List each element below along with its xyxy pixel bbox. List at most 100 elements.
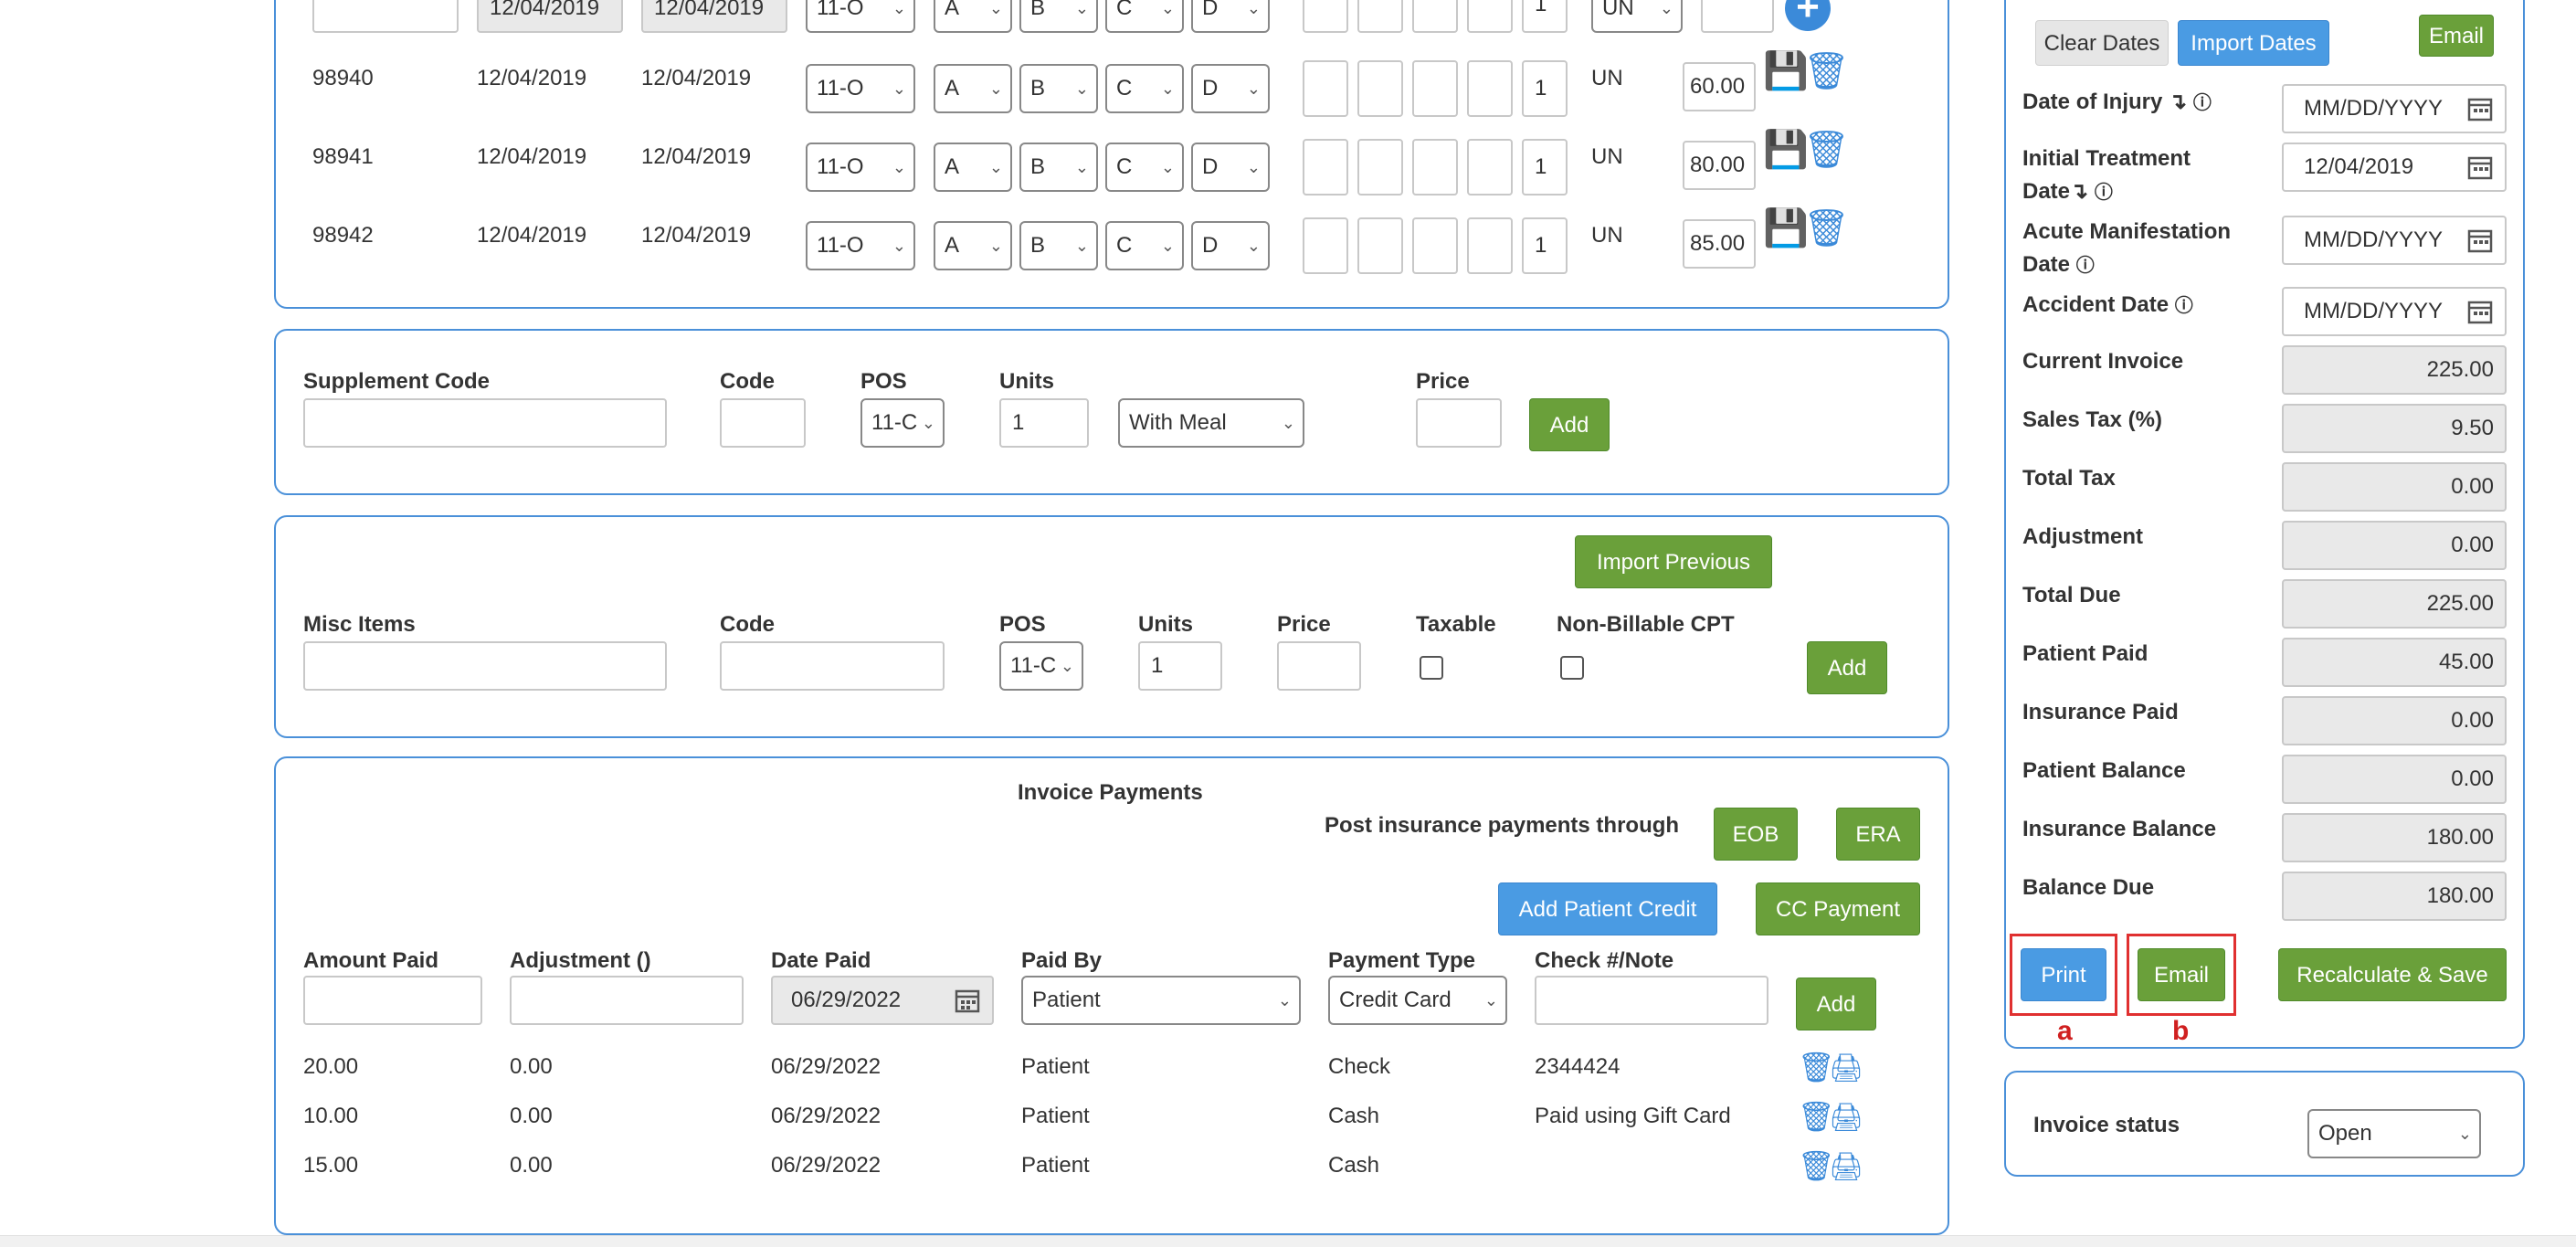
modifier-c-select[interactable]: C ⌄ (1105, 221, 1184, 270)
modifier-a-select-new[interactable]: A ⌄ (934, 0, 1012, 33)
add-patient-credit-button[interactable]: Add Patient Credit (1498, 882, 1717, 935)
check-note-input[interactable] (1535, 976, 1768, 1025)
date-to-new[interactable]: 12/04/2019 (641, 0, 787, 33)
trash-icon[interactable]: 🗑 (1803, 210, 1850, 247)
diag-pointer-1[interactable] (1303, 60, 1348, 117)
calendar-icon[interactable] (2466, 153, 2494, 181)
diag-pointer-1[interactable] (1303, 139, 1348, 196)
print-button[interactable]: Print (2021, 948, 2106, 1001)
email-button[interactable]: Email (2138, 948, 2225, 1001)
import-previous-button[interactable]: Import Previous (1575, 535, 1772, 588)
diag-pointer-3-new[interactable] (1412, 0, 1458, 33)
modifier-d-select[interactable]: D ⌄ (1191, 143, 1270, 192)
pos-select[interactable]: 11-O ⌄ (806, 64, 915, 113)
units-input-new[interactable]: 1 (1522, 0, 1568, 33)
units-input[interactable]: 1 (1522, 217, 1568, 274)
meal-select[interactable]: With Meal ⌄ (1118, 398, 1304, 448)
diag-pointer-3[interactable] (1412, 217, 1458, 274)
diag-pointer-2-new[interactable] (1357, 0, 1403, 33)
accident-date-input[interactable]: MM/DD/YYYY (2282, 287, 2507, 336)
misc-pos-select[interactable]: 11-C ⌄ (999, 641, 1083, 691)
print-icon[interactable]: 🖨 (1829, 1051, 1863, 1087)
save-icon[interactable]: 💾 (1763, 53, 1809, 90)
price-input-new[interactable] (1701, 0, 1774, 33)
date-of-injury-input[interactable]: MM/DD/YYYY (2282, 84, 2507, 133)
pos-select[interactable]: 11-O ⌄ (806, 143, 915, 192)
supplement-units-input[interactable]: 1 (999, 398, 1089, 448)
print-icon[interactable]: 🖨 (1829, 1100, 1863, 1136)
print-icon[interactable]: 🖨 (1829, 1149, 1863, 1186)
modifier-c-select-new[interactable]: C ⌄ (1105, 0, 1184, 33)
supplement-price-input[interactable] (1416, 398, 1502, 448)
recalculate-save-button[interactable]: Recalculate & Save (2278, 948, 2507, 1001)
misc-price-input[interactable] (1277, 641, 1361, 691)
supplement-code-field[interactable] (720, 398, 806, 448)
price-input[interactable]: 85.00 (1683, 219, 1756, 269)
modifier-d-select[interactable]: D ⌄ (1191, 221, 1270, 270)
misc-units-input[interactable]: 1 (1138, 641, 1222, 691)
nonbillable-checkbox[interactable] (1560, 656, 1584, 680)
diag-pointer-1-new[interactable] (1303, 0, 1348, 33)
diag-pointer-4[interactable] (1467, 60, 1513, 117)
date-from-new[interactable]: 12/04/2019 (477, 0, 623, 33)
diag-pointer-4[interactable] (1467, 139, 1513, 196)
save-icon[interactable]: 💾 (1763, 132, 1809, 168)
supplement-pos-select[interactable]: 11-C ⌄ (860, 398, 945, 448)
diag-pointer-2[interactable] (1357, 139, 1403, 196)
diag-pointer-2[interactable] (1357, 60, 1403, 117)
supplement-add-button[interactable]: Add (1529, 398, 1610, 451)
date-paid-input[interactable]: 06/29/2022 (771, 976, 994, 1025)
price-input[interactable]: 80.00 (1683, 141, 1756, 190)
supplement-code-input[interactable] (303, 398, 667, 448)
modifier-a-select[interactable]: A ⌄ (934, 64, 1012, 113)
modifier-b-select[interactable]: B ⌄ (1019, 143, 1098, 192)
modifier-b-select[interactable]: B ⌄ (1019, 64, 1098, 113)
calendar-icon[interactable] (2466, 95, 2494, 122)
calendar-icon[interactable] (954, 987, 981, 1014)
horizontal-scrollbar[interactable] (0, 1235, 2576, 1247)
price-input[interactable]: 60.00 (1683, 62, 1756, 111)
modifier-a-select[interactable]: A ⌄ (934, 143, 1012, 192)
misc-code-input[interactable] (720, 641, 945, 691)
modifier-b-select[interactable]: B ⌄ (1019, 221, 1098, 270)
modifier-c-select[interactable]: C ⌄ (1105, 64, 1184, 113)
misc-items-input[interactable] (303, 641, 667, 691)
units-input[interactable]: 1 (1522, 60, 1568, 117)
modifier-d-select-new[interactable]: D ⌄ (1191, 0, 1270, 33)
pos-select[interactable]: 11-O ⌄ (806, 221, 915, 270)
taxable-checkbox[interactable] (1420, 656, 1443, 680)
import-dates-button[interactable]: Import Dates (2178, 20, 2329, 66)
cc-payment-button[interactable]: CC Payment (1756, 882, 1920, 935)
misc-add-button[interactable]: Add (1807, 641, 1887, 694)
invoice-status-select[interactable]: Open ⌄ (2307, 1109, 2481, 1158)
diag-pointer-1[interactable] (1303, 217, 1348, 274)
acute-manifestation-input[interactable]: MM/DD/YYYY (2282, 216, 2507, 265)
modifier-d-select[interactable]: D ⌄ (1191, 64, 1270, 113)
trash-icon[interactable]: 🗑 (1803, 132, 1850, 168)
calendar-icon[interactable] (2466, 227, 2494, 254)
calendar-icon[interactable] (2466, 298, 2494, 325)
payment-type-select[interactable]: Credit Card ⌄ (1328, 976, 1507, 1025)
adjustment-input[interactable] (510, 976, 744, 1025)
diag-pointer-3[interactable] (1412, 139, 1458, 196)
modifier-c-select[interactable]: C ⌄ (1105, 143, 1184, 192)
clear-dates-button[interactable]: Clear Dates (2035, 20, 2169, 66)
modifier-a-select[interactable]: A ⌄ (934, 221, 1012, 270)
code-input-new[interactable] (312, 0, 459, 33)
trash-icon[interactable]: 🗑 (1803, 53, 1850, 90)
diag-pointer-2[interactable] (1357, 217, 1403, 274)
amount-paid-input[interactable] (303, 976, 482, 1025)
era-button[interactable]: ERA (1836, 808, 1920, 861)
email-top-button[interactable]: Email (2419, 15, 2494, 57)
diag-pointer-4[interactable] (1467, 217, 1513, 274)
initial-treatment-input[interactable]: 12/04/2019 (2282, 143, 2507, 192)
units-input[interactable]: 1 (1522, 139, 1568, 196)
payment-add-button[interactable]: Add (1796, 978, 1876, 1030)
modifier-b-select-new[interactable]: B ⌄ (1019, 0, 1098, 33)
eob-button[interactable]: EOB (1714, 808, 1798, 861)
save-icon[interactable]: 💾 (1763, 210, 1809, 247)
pos-select-new[interactable]: 11-O ⌄ (806, 0, 915, 33)
paid-by-select[interactable]: Patient ⌄ (1021, 976, 1301, 1025)
diag-pointer-4-new[interactable] (1467, 0, 1513, 33)
diag-pointer-3[interactable] (1412, 60, 1458, 117)
